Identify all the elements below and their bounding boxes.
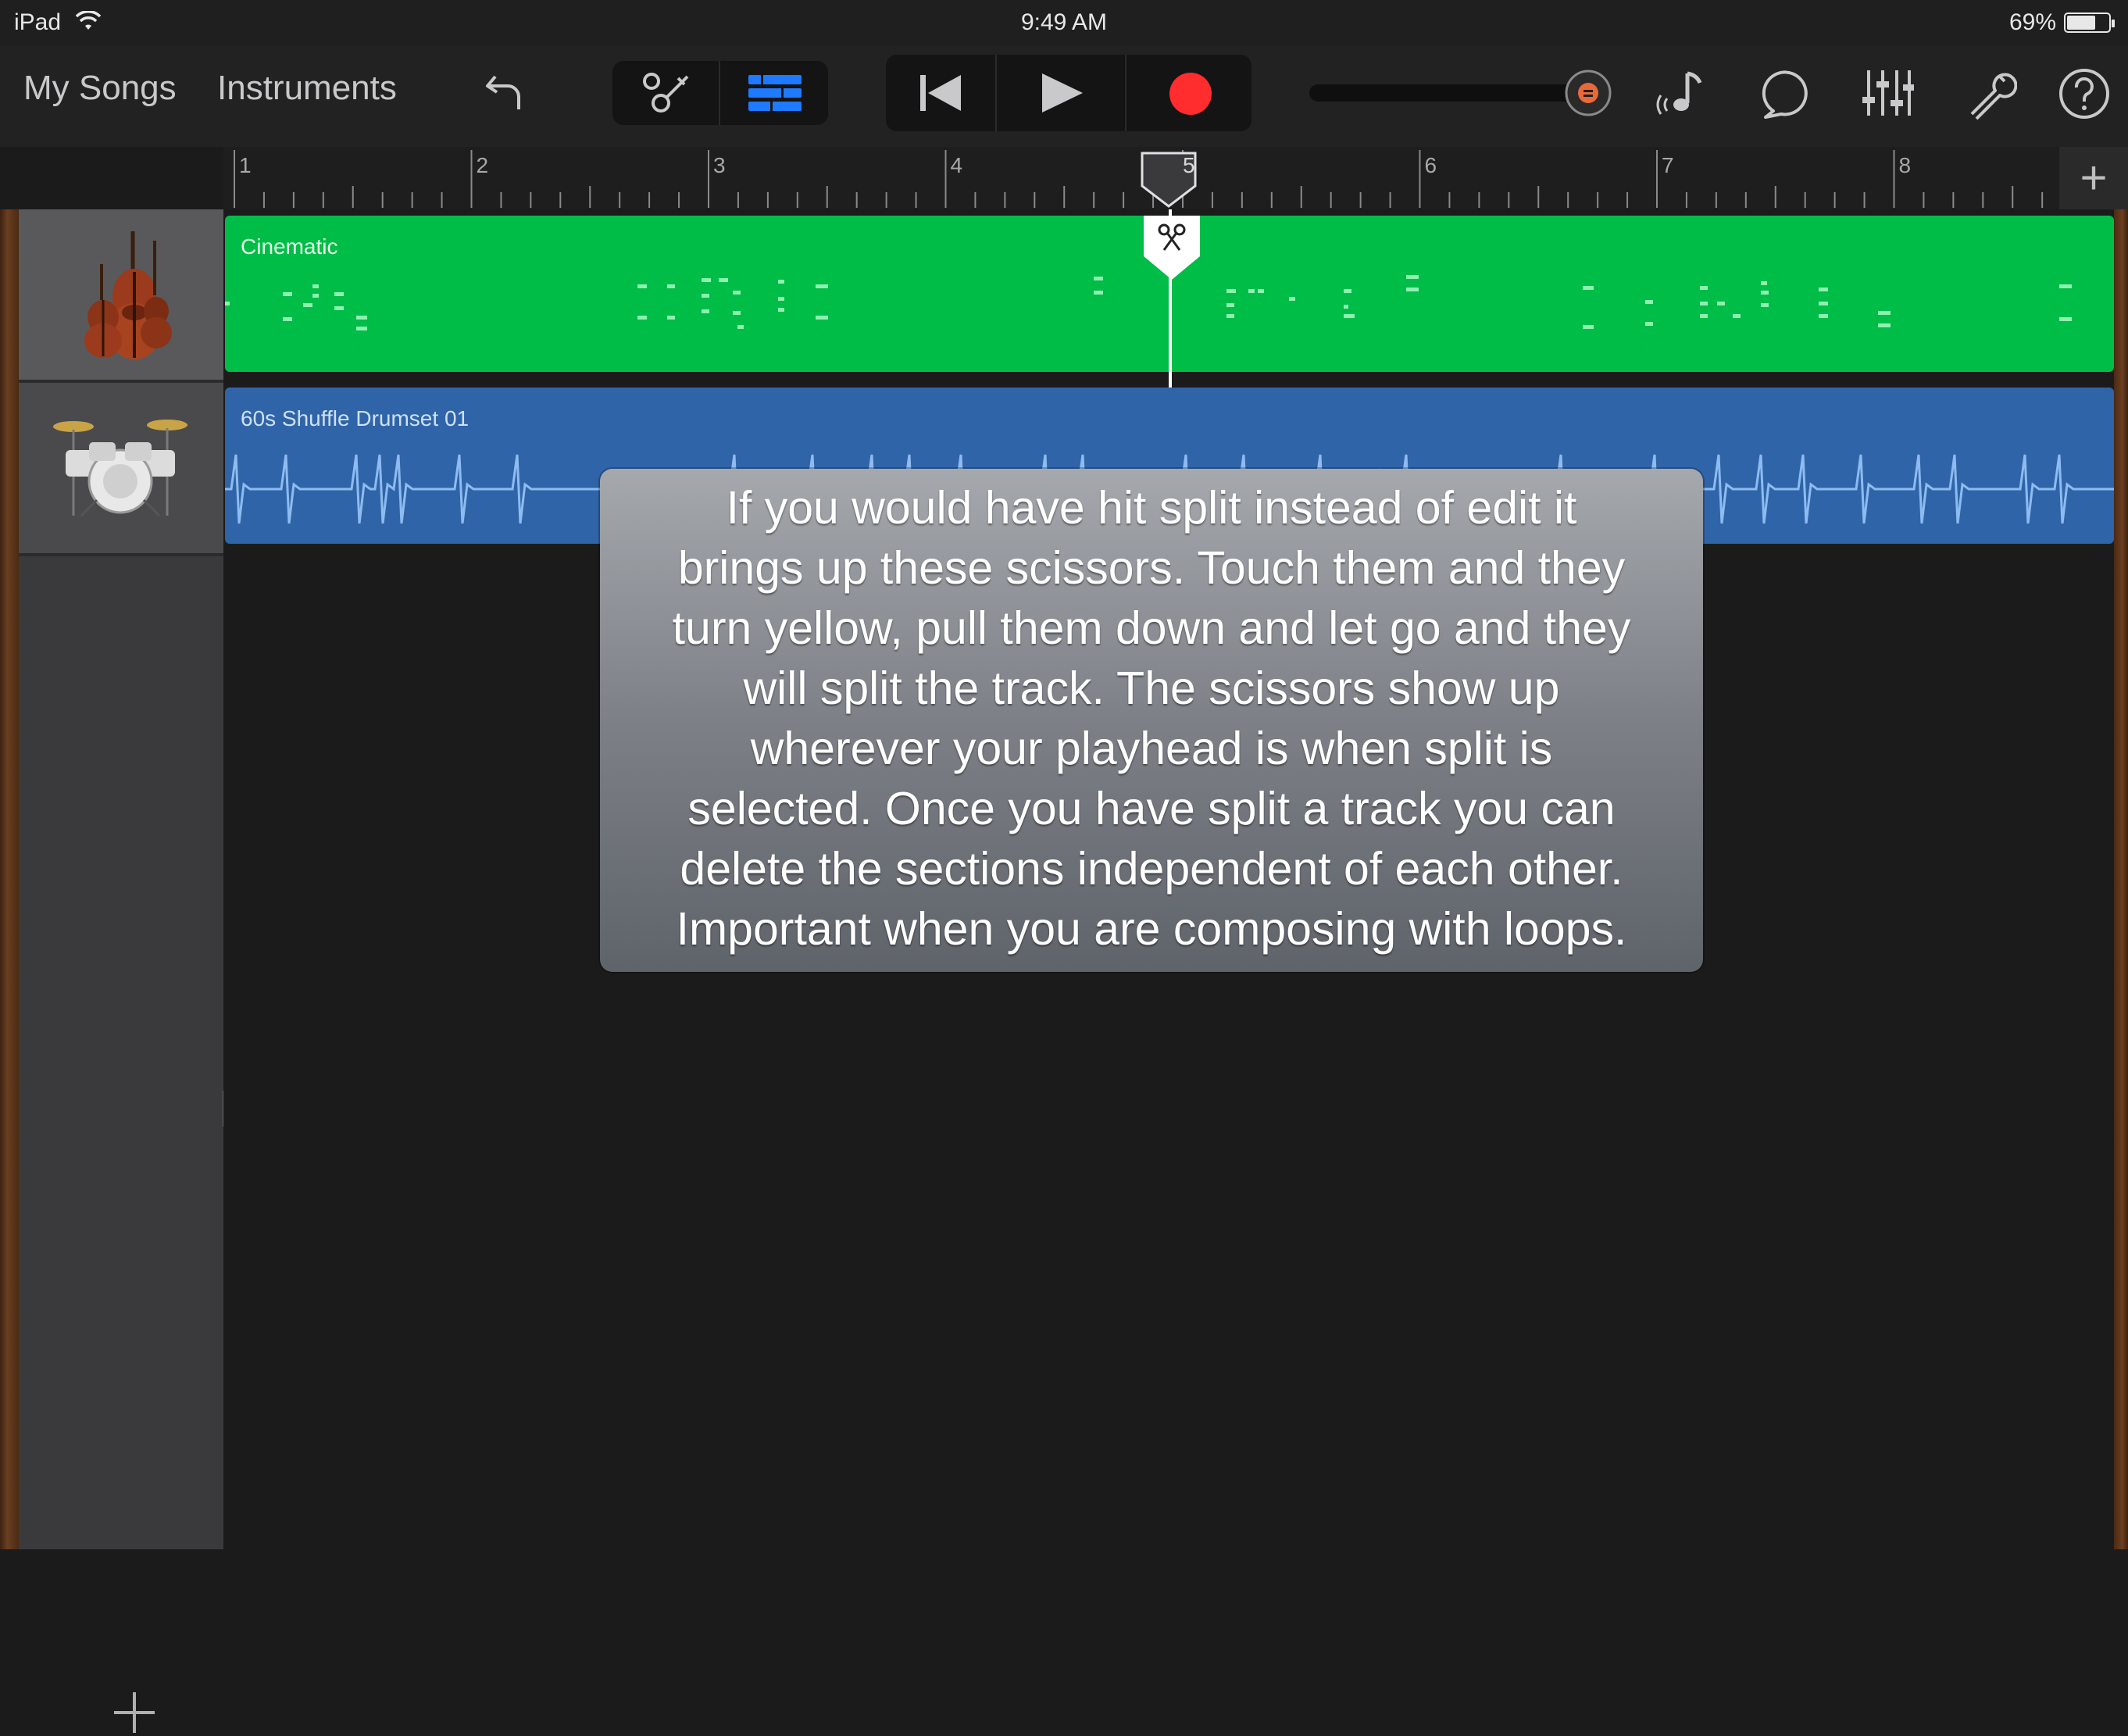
tutorial-callout: If you would have hit split instead of e…	[600, 469, 1703, 972]
bar-number: 2	[476, 153, 489, 177]
callout-text: If you would have hit split instead of e…	[616, 478, 1687, 959]
rewind-icon	[920, 75, 961, 111]
track-header-cinematic[interactable]	[19, 209, 223, 380]
record-button[interactable]	[1126, 55, 1251, 131]
callout-line: brings up these scissors. Touch them and…	[677, 542, 1626, 594]
bar-number: 4	[950, 153, 963, 177]
battery-percent: 69%	[2008, 9, 2056, 35]
bar-number: 3	[713, 153, 726, 177]
undo-icon[interactable]	[483, 69, 527, 116]
add-section-button[interactable]: +	[2059, 147, 2128, 209]
toolbar: My Songs Instruments	[0, 45, 2128, 147]
bar-number: 1	[239, 153, 252, 177]
scissors-handle[interactable]	[1142, 216, 1201, 281]
wood-trim-right	[2114, 209, 2128, 1549]
bar-number: 7	[1662, 153, 1674, 177]
play-button[interactable]	[997, 55, 1125, 131]
metronome-icon[interactable]	[1656, 67, 1711, 119]
battery-nub	[2112, 20, 2115, 27]
timeline-ruler[interactable]: 1 2 3 4 6 7 8 5	[223, 147, 2059, 211]
add-track-icon[interactable]	[111, 1689, 158, 1736]
transport-controls	[886, 55, 1251, 131]
browser-icon	[643, 73, 689, 113]
region-name: 60s Shuffle Drumset 01	[241, 406, 470, 430]
browser-button[interactable]	[612, 61, 719, 125]
master-volume-slider[interactable]	[1309, 84, 1591, 102]
play-icon	[1042, 73, 1083, 113]
callout-line: will split the track. The scissors show …	[743, 663, 1560, 714]
view-switcher	[612, 61, 828, 125]
wood-trim-left	[0, 209, 19, 1549]
strings-instrument-icon	[84, 231, 172, 359]
track-header-drums[interactable]	[19, 383, 223, 553]
callout-line: Important when you are composing with lo…	[676, 903, 1627, 955]
rewind-button[interactable]	[886, 55, 995, 131]
master-volume-knob[interactable]	[1564, 69, 1612, 117]
callout-line: selected. Once you have split a track yo…	[687, 783, 1616, 834]
battery-icon	[2064, 13, 2115, 33]
my-songs-button[interactable]: My Songs	[23, 69, 177, 108]
instruments-button[interactable]: Instruments	[217, 69, 397, 108]
region-name: Cinematic	[241, 234, 338, 259]
callout-line: wherever your playhead is when split is	[750, 723, 1553, 774]
bar-number: 8	[1898, 153, 1912, 177]
track-header-separator	[19, 553, 223, 556]
callout-line: turn yellow, pull them down and let go a…	[672, 602, 1631, 654]
drumkit-icon	[53, 420, 187, 517]
callout-line: delete the sections independent of each …	[680, 843, 1623, 895]
record-icon	[1169, 73, 1212, 115]
battery-fill	[2067, 16, 2095, 30]
help-icon[interactable]	[2058, 67, 2111, 120]
settings-wrench-icon[interactable]	[1964, 67, 2017, 120]
callout-line: If you would have hit split instead of e…	[726, 482, 1577, 534]
bar-number: 6	[1424, 153, 1437, 177]
tracks-view-icon	[748, 75, 802, 111]
playhead-bar-label: 5	[1183, 153, 1195, 177]
mixer-icon[interactable]	[1859, 67, 1916, 119]
clock: 9:49 AM	[1020, 9, 1108, 35]
track-headers	[19, 209, 234, 1733]
status-bar: iPad 9:49 AM 69%	[0, 0, 2128, 45]
tracks-view-button[interactable]	[720, 61, 828, 125]
loop-browser-icon[interactable]	[1759, 69, 1811, 120]
ruler-corner	[0, 147, 223, 209]
